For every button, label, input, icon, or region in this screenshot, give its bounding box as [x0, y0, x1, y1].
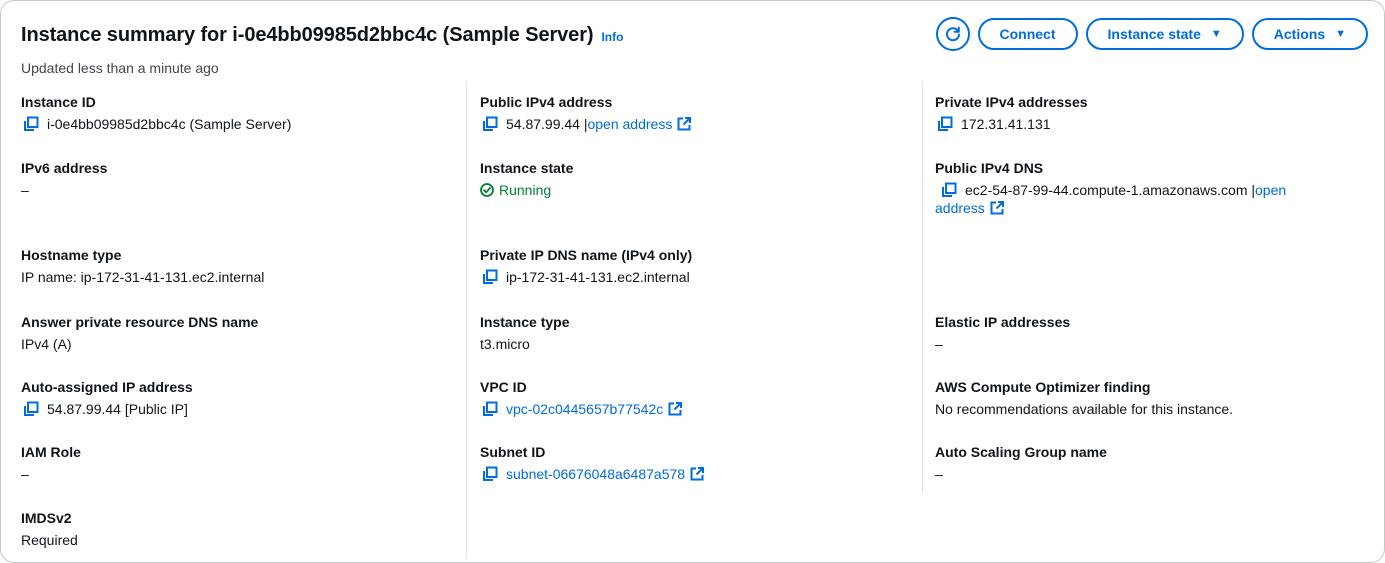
copy-icon[interactable]	[482, 269, 498, 285]
info-link[interactable]: Info	[601, 30, 623, 44]
open-address-link[interactable]: open address	[587, 115, 672, 133]
field-imdsv2: IMDSv2 Required	[21, 509, 461, 549]
field-auto-scaling-group: Auto Scaling Group name –	[935, 443, 1365, 483]
actions-label: Actions	[1273, 26, 1326, 42]
page-title: Instance summary for i-0e4bb09985d2bbc4c…	[21, 23, 594, 46]
field-label: Subnet ID	[480, 444, 546, 460]
field-vpc-id: VPC ID vpc-02c0445657b77542c	[480, 378, 920, 418]
caret-down-icon: ▼	[1210, 28, 1222, 40]
field-hostname-type: Hostname type IP name: ip-172-31-41-131.…	[21, 246, 461, 286]
field-elastic-ip: Elastic IP addresses –	[935, 313, 1365, 353]
field-value: ip-172-31-41-131.ec2.internal	[506, 269, 690, 285]
refresh-icon	[945, 26, 960, 42]
status-success-icon	[480, 183, 494, 197]
vpc-id-link[interactable]: vpc-02c0445657b77542c	[506, 400, 663, 418]
field-label: Instance ID	[21, 94, 96, 110]
field-value: No recommendations available for this in…	[935, 401, 1234, 417]
field-private-ip-dns: Private IP DNS name (IPv4 only) ip-172-3…	[480, 246, 920, 286]
updated-text: Updated less than a minute ago	[21, 60, 219, 76]
copy-icon[interactable]	[482, 466, 498, 482]
field-ipv6-address: IPv6 address –	[21, 159, 461, 199]
header-actions: Connect Instance state ▼ Actions ▼	[935, 17, 1368, 51]
instance-state-label: Instance state	[1107, 26, 1201, 42]
external-link-icon[interactable]	[668, 402, 683, 416]
field-label: Auto Scaling Group name	[935, 444, 1107, 460]
field-label: Auto-assigned IP address	[21, 379, 193, 395]
field-value: –	[935, 336, 943, 352]
field-auto-assigned-ip: Auto-assigned IP address 54.87.99.44 [Pu…	[21, 378, 461, 418]
copy-icon[interactable]	[482, 116, 498, 132]
field-label: Public IPv4 DNS	[935, 160, 1044, 176]
field-subnet-id: Subnet ID subnet-06676048a6487a578	[480, 443, 920, 483]
instance-state-button[interactable]: Instance state ▼	[1085, 18, 1244, 50]
connect-label: Connect	[999, 26, 1056, 42]
field-label: Private IPv4 addresses	[935, 94, 1088, 110]
field-label: VPC ID	[480, 379, 527, 395]
instance-summary-panel: Instance summary for i-0e4bb09985d2bbc4c…	[0, 0, 1385, 563]
status-badge: Running	[499, 182, 552, 198]
field-compute-optimizer: AWS Compute Optimizer finding No recomme…	[935, 378, 1365, 418]
field-label: Answer private resource DNS name	[21, 314, 259, 330]
actions-button[interactable]: Actions ▼	[1251, 18, 1368, 50]
field-value: 172.31.41.131	[961, 116, 1051, 132]
caret-down-icon: ▼	[1335, 28, 1346, 40]
field-label: Instance state	[480, 160, 574, 176]
field-value: t3.micro	[480, 336, 530, 352]
field-label: Hostname type	[21, 247, 122, 263]
copy-icon[interactable]	[937, 116, 953, 132]
field-value: –	[935, 466, 943, 482]
field-label: IPv6 address	[21, 160, 108, 176]
field-public-ipv4: Public IPv4 address 54.87.99.44 | open a…	[480, 93, 920, 133]
field-label: IAM Role	[21, 444, 81, 460]
field-private-ipv4: Private IPv4 addresses 172.31.41.131	[935, 93, 1365, 133]
connect-button[interactable]: Connect	[977, 18, 1078, 50]
copy-icon[interactable]	[23, 116, 39, 132]
field-value: Required	[21, 532, 78, 548]
field-iam-role: IAM Role –	[21, 443, 461, 483]
field-value: 54.87.99.44 |	[506, 116, 588, 132]
field-value: 54.87.99.44 [Public IP]	[47, 401, 188, 417]
field-instance-type: Instance type t3.micro	[480, 313, 920, 353]
field-label: Instance type	[480, 314, 570, 330]
field-public-ipv4-dns: Public IPv4 DNS ec2-54-87-99-44.compute-…	[935, 159, 1365, 217]
panel-header: Instance summary for i-0e4bb09985d2bbc4c…	[21, 19, 623, 51]
external-link-icon[interactable]	[690, 467, 705, 481]
copy-icon[interactable]	[482, 401, 498, 417]
subnet-id-link[interactable]: subnet-06676048a6487a578	[506, 465, 685, 483]
field-value: ec2-54-87-99-44.compute-1.amazonaws.com …	[965, 182, 1256, 198]
field-value: i-0e4bb09985d2bbc4c (Sample Server)	[47, 116, 292, 132]
column-divider	[922, 81, 923, 493]
refresh-button[interactable]	[935, 17, 970, 51]
field-instance-id: Instance ID i-0e4bb09985d2bbc4c (Sample …	[21, 93, 461, 133]
copy-icon[interactable]	[941, 182, 957, 198]
open-address-link-continued[interactable]: address	[935, 200, 985, 216]
field-value: –	[21, 466, 29, 482]
open-address-link[interactable]: open	[1255, 182, 1286, 198]
field-label: Private IP DNS name (IPv4 only)	[480, 247, 693, 263]
field-answer-private-dns: Answer private resource DNS name IPv4 (A…	[21, 313, 461, 353]
field-value: IPv4 (A)	[21, 336, 72, 352]
field-label: Elastic IP addresses	[935, 314, 1071, 330]
field-instance-state: Instance state Running	[480, 159, 920, 199]
field-label: AWS Compute Optimizer finding	[935, 379, 1151, 395]
column-divider	[466, 81, 467, 559]
field-label: IMDSv2	[21, 510, 72, 526]
field-label: Public IPv4 address	[480, 94, 613, 110]
copy-icon[interactable]	[23, 401, 39, 417]
external-link-icon[interactable]	[990, 201, 1004, 215]
external-link-icon[interactable]	[677, 117, 692, 131]
field-value: IP name: ip-172-31-41-131.ec2.internal	[21, 269, 265, 285]
field-value: –	[21, 182, 29, 198]
